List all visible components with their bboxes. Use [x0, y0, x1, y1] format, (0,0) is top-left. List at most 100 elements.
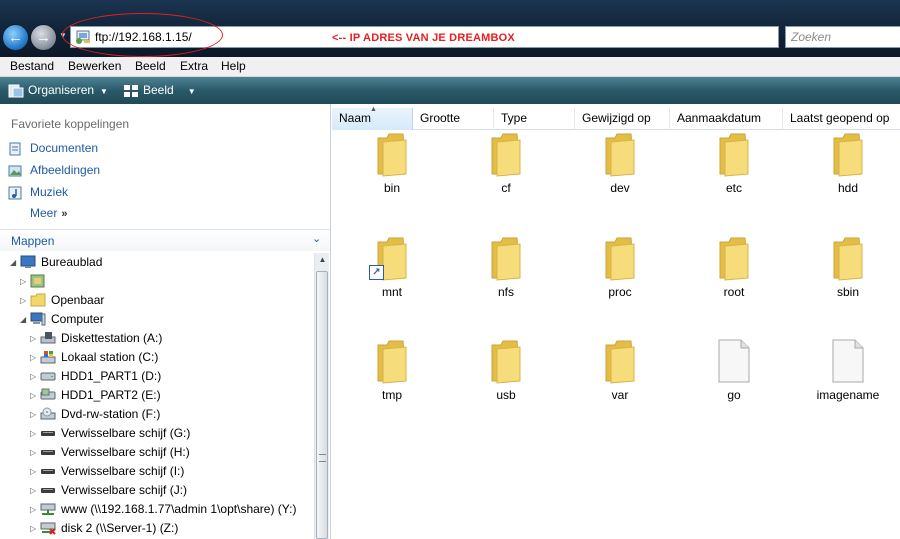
search-input[interactable]: Zoeken	[785, 26, 900, 48]
collapsed-icon[interactable]: ▷	[20, 272, 30, 291]
item-label: etc	[725, 181, 742, 195]
column-accessed[interactable]: Laatst geopend op	[783, 108, 900, 130]
collapsed-icon[interactable]: ▷	[30, 386, 40, 405]
tree-item-label: Computer	[51, 312, 104, 326]
column-type[interactable]: Type	[494, 108, 575, 130]
menu-beeld[interactable]: Beeld	[135, 59, 166, 73]
collapsed-icon[interactable]: ▷	[30, 519, 40, 538]
tree-item-label: Verwisselbare schijf (G:)	[61, 426, 191, 440]
folder-item[interactable]: tmp	[347, 337, 437, 427]
favorite-music-label: Muziek	[30, 185, 69, 199]
removable-drive-icon	[41, 431, 55, 436]
tree-item-label: HDD1_PART1 (D:)	[61, 369, 162, 383]
folder-icon	[605, 237, 635, 281]
collapsed-icon[interactable]: ▷	[30, 462, 40, 481]
favorite-pictures[interactable]: Afbeeldingen	[8, 161, 100, 179]
folder-item[interactable]: hdd	[803, 130, 893, 220]
tree-item-label: Verwisselbare schijf (I:)	[61, 464, 185, 478]
collapsed-icon[interactable]: ▷	[20, 291, 30, 310]
arrow-right-icon: →	[36, 29, 51, 46]
column-modified[interactable]: Gewijzigd op	[575, 108, 670, 130]
collapsed-icon[interactable]: ▷	[30, 367, 40, 386]
folder-item[interactable]: bin	[347, 130, 437, 220]
organize-button[interactable]: Organiseren ▼	[8, 77, 108, 104]
item-label: bin	[383, 181, 400, 195]
documents-icon	[9, 142, 21, 156]
folder-icon	[833, 237, 863, 281]
view-button[interactable]: Beeld ▼	[123, 77, 196, 104]
folders-header-label: Mappen	[11, 234, 55, 248]
folders-header[interactable]: Mappen ⌄	[0, 229, 330, 251]
folder-item[interactable]: dev	[575, 130, 665, 220]
folder-item[interactable]: sbin	[803, 234, 893, 324]
expanded-icon[interactable]: ◢	[10, 253, 20, 272]
item-label: dev	[610, 181, 630, 195]
chevron-down-icon[interactable]: ⌄	[312, 232, 321, 245]
collapsed-icon[interactable]: ▷	[30, 481, 40, 500]
hard-drive-icon	[40, 388, 56, 400]
address-band: ← → ▼ ftp://192.168.1.15/ <-- IP ADRES V…	[0, 0, 900, 57]
folder-item[interactable]: etc	[689, 130, 779, 220]
music-icon	[8, 186, 22, 200]
grip-icon	[319, 454, 326, 462]
tree-scrollbar[interactable]: ▲	[314, 253, 329, 539]
item-label: proc	[608, 285, 632, 299]
column-created[interactable]: Aanmaakdatum	[670, 108, 783, 130]
folder-item[interactable]: usb	[461, 337, 551, 427]
menu-help[interactable]: Help	[221, 59, 246, 73]
menu-bestand[interactable]: Bestand	[10, 59, 54, 73]
favorite-documents[interactable]: Documenten	[8, 139, 98, 157]
chevron-down-icon: ▼	[100, 87, 108, 96]
collapsed-icon[interactable]: ▷	[30, 405, 40, 424]
view-label: Beeld	[143, 83, 174, 97]
file-item[interactable]: go	[689, 337, 779, 427]
column-size[interactable]: Grootte	[413, 108, 494, 130]
folder-item[interactable]: ↗ mnt	[347, 234, 437, 324]
collapsed-icon[interactable]: ▷	[30, 329, 40, 348]
disconnected-drive-icon	[40, 522, 56, 535]
item-label: var	[611, 388, 629, 402]
column-name[interactable]: ▲ Naam	[332, 106, 413, 130]
expanded-icon[interactable]: ◢	[20, 310, 30, 329]
favorite-music[interactable]: Muziek	[8, 183, 68, 201]
favorite-pictures-label: Afbeeldingen	[30, 163, 101, 177]
folder-icon	[605, 340, 635, 384]
back-button[interactable]: ←	[2, 24, 29, 51]
item-label: root	[723, 285, 745, 299]
collapsed-icon[interactable]: ▷	[30, 348, 40, 367]
tree-item-label: Lokaal station (C:)	[61, 350, 159, 364]
removable-drive-icon	[41, 450, 55, 455]
folder-icon	[719, 133, 749, 177]
collapsed-icon[interactable]: ▷	[30, 443, 40, 462]
tree-item-label: Openbaar	[51, 293, 105, 307]
collapsed-icon[interactable]: ▷	[30, 424, 40, 443]
annotation-label: <-- IP ADRES VAN JE DREAMBOX	[326, 29, 521, 47]
menu-extra[interactable]: Extra	[180, 59, 208, 73]
menu-bewerken[interactable]: Bewerken	[68, 59, 121, 73]
collapsed-icon[interactable]: ▷	[30, 500, 40, 519]
scroll-thumb[interactable]	[316, 271, 328, 539]
file-list: ▲ Naam Grootte Type Gewijzigd op Aanmaakd…	[332, 104, 900, 539]
more-label: Meer	[30, 206, 58, 220]
file-icon	[718, 339, 750, 383]
removable-drive-icon	[41, 488, 55, 493]
tree-item-label: www (\\192.168.1.77\admin 1\opt\share) (…	[61, 502, 297, 516]
folder-item[interactable]: cf	[461, 130, 551, 220]
shortcut-arrow-icon: ↗	[369, 265, 384, 280]
file-item[interactable]: imagename	[803, 337, 893, 427]
scroll-up-icon[interactable]: ▲	[316, 255, 329, 269]
folder-item[interactable]: proc	[575, 234, 665, 324]
floppy-drive-icon	[40, 332, 56, 344]
folder-item[interactable]: var	[575, 337, 665, 427]
desktop-icon	[20, 255, 36, 268]
organize-icon	[8, 84, 24, 98]
folder-icon	[833, 133, 863, 177]
item-label: go	[727, 388, 741, 402]
more-link[interactable]: Meer»	[30, 206, 67, 220]
chevron-right-icon: »	[61, 208, 68, 220]
item-label: cf	[501, 181, 511, 195]
column-type-label: Type	[501, 111, 528, 125]
forward-button[interactable]: →	[30, 24, 57, 51]
folder-item[interactable]: root	[689, 234, 779, 324]
folder-item[interactable]: nfs	[461, 234, 551, 324]
